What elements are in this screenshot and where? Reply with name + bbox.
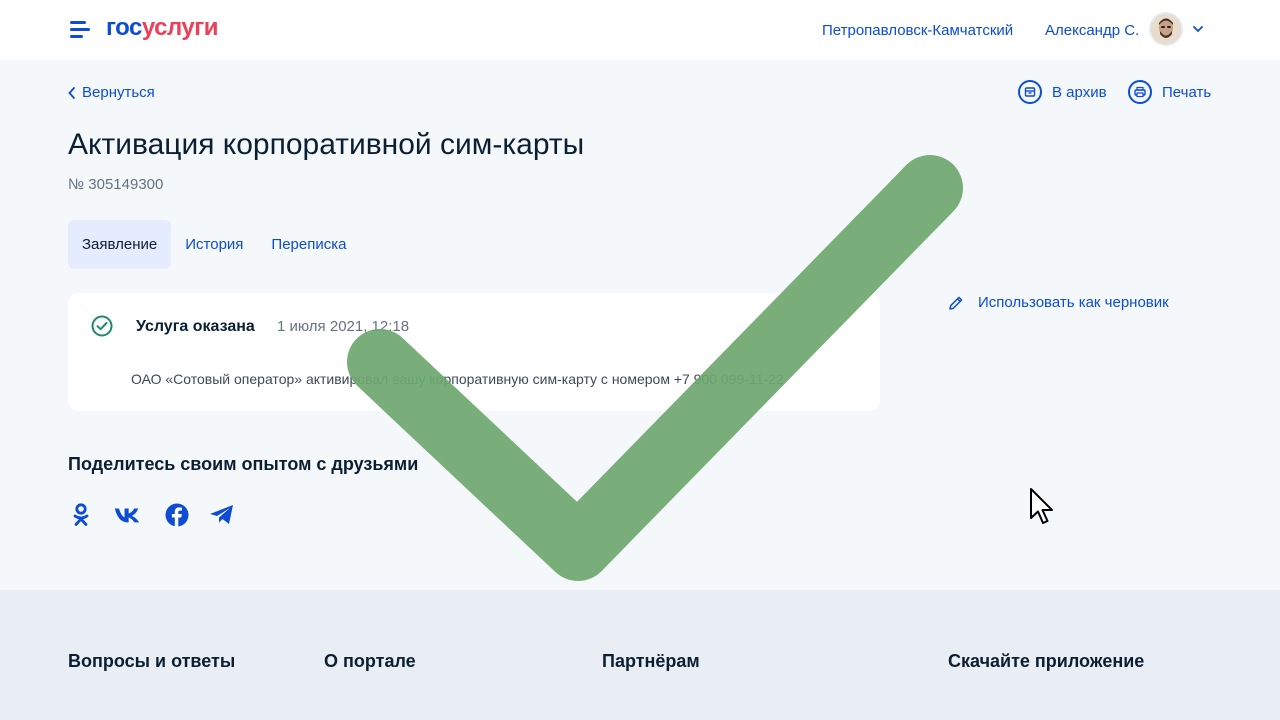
pencil-icon bbox=[949, 296, 963, 310]
user-name-link[interactable]: Александр С. bbox=[1045, 22, 1139, 39]
archive-icon bbox=[1018, 80, 1042, 104]
footer-about-link[interactable]: О портале bbox=[324, 651, 416, 672]
print-icon bbox=[1128, 80, 1152, 104]
status-date: 1 июля 2021, 12:18 bbox=[277, 318, 410, 335]
telegram-icon[interactable] bbox=[209, 502, 235, 528]
facebook-icon[interactable] bbox=[164, 502, 190, 528]
footer-app-link[interactable]: Скачайте приложение bbox=[948, 651, 1144, 672]
tab-application[interactable]: Заявление bbox=[68, 220, 172, 269]
archive-button[interactable]: В архив bbox=[1018, 80, 1107, 104]
mouse-cursor-icon bbox=[1030, 488, 1053, 524]
tab-correspondence[interactable]: Переписка bbox=[257, 220, 360, 269]
avatar[interactable] bbox=[1149, 12, 1183, 46]
share-heading: Поделитесь своим опытом с друзьями bbox=[68, 454, 419, 474]
tabs: Заявление История Переписка bbox=[68, 220, 360, 269]
status-message: ОАО «Сотовый оператор» активировал вашу … bbox=[131, 371, 784, 387]
logo[interactable]: госуслуги bbox=[106, 14, 219, 42]
chevron-left-icon bbox=[68, 86, 75, 99]
city-selector[interactable]: Петропавловск-Камчатский bbox=[822, 22, 1013, 39]
status-card: Услуга оказана 1 июля 2021, 12:18 ОАО «С… bbox=[68, 293, 880, 411]
check-circle-icon bbox=[91, 315, 113, 337]
use-as-draft-link[interactable]: Использовать как черновик bbox=[948, 294, 1169, 311]
odnoklassniki-icon[interactable] bbox=[68, 502, 94, 528]
footer-partners-link[interactable]: Партнёрам bbox=[602, 651, 700, 672]
print-button[interactable]: Печать bbox=[1128, 80, 1211, 104]
back-link[interactable]: Вернуться bbox=[68, 84, 155, 101]
footer-faq-link[interactable]: Вопросы и ответы bbox=[68, 651, 235, 672]
top-header: госуслуги Петропавловск-Камчатский Алекс… bbox=[0, 0, 1280, 60]
tab-history[interactable]: История bbox=[171, 220, 257, 269]
chevron-down-icon[interactable] bbox=[1191, 22, 1205, 36]
status-label: Услуга оказана bbox=[136, 318, 255, 335]
menu-icon[interactable] bbox=[70, 20, 92, 38]
vk-icon[interactable] bbox=[114, 502, 140, 528]
application-number: № 305149300 bbox=[68, 176, 164, 193]
page-title: Активация корпоративной сим-карты bbox=[68, 128, 585, 161]
